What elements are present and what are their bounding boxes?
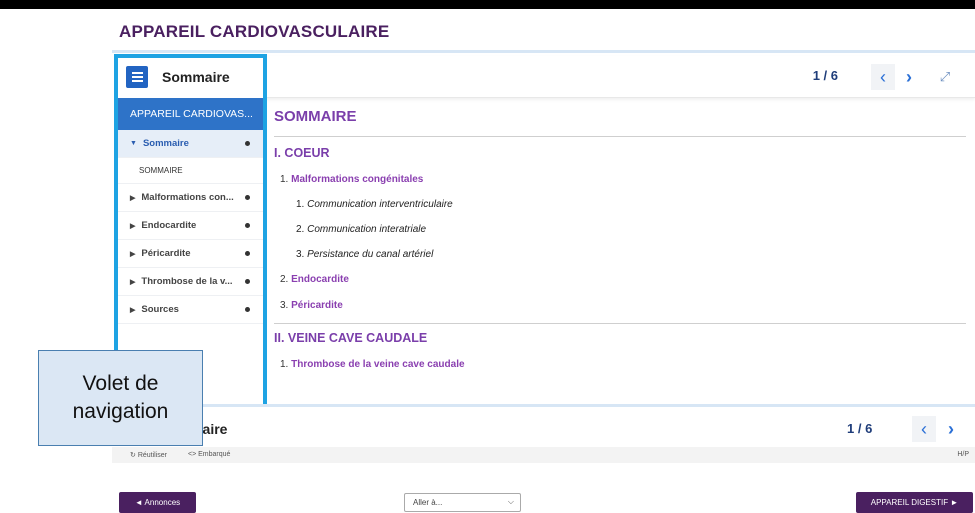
toc-link[interactable]: Péricardite [291, 300, 343, 311]
sidebar-item-label: Malformations con... [141, 192, 234, 203]
chevron-right-icon[interactable]: › [939, 416, 963, 442]
sidebar-item-label: Endocardite [141, 220, 197, 231]
toc-number: 3. [296, 249, 305, 260]
toc-number: 3. [280, 300, 289, 311]
hp-label: H/P [957, 451, 969, 458]
reuse-label: Réutiliser [137, 452, 168, 459]
sidebar-item-label: Sommaire [142, 138, 189, 149]
page-counter: 1 / 6 [812, 68, 838, 83]
hamburger-icon[interactable] [126, 66, 148, 88]
toc-entry[interactable]: 1. Malformations congénitales [280, 174, 423, 185]
footer-strip: ↻ Réutiliser <> Embarqué H/P [112, 447, 975, 463]
toc-entry[interactable]: 1. Thrombose de la veine cave caudale [280, 359, 465, 370]
toc-link[interactable]: Communication interatriale [307, 224, 426, 235]
divider [274, 136, 966, 137]
status-dot [245, 307, 250, 312]
sidebar-list: ▼ Sommaire SOMMAIRE ▶ Malformations con.… [118, 130, 264, 324]
toc-number: 1. [280, 174, 289, 185]
prev-chapter-button[interactable]: ◄ Annonces [119, 492, 196, 513]
chevron-right-icon[interactable]: › [897, 64, 921, 90]
navigation-callout: Volet de navigation [38, 350, 203, 446]
sidebar-header: Sommaire [118, 58, 264, 96]
callout-line-2: navigation [72, 400, 169, 423]
callout-line-1: Volet de [82, 371, 159, 395]
sidebar-item-sommaire[interactable]: ▼ Sommaire [118, 130, 264, 158]
chevron-left-icon[interactable]: ‹ [912, 416, 936, 442]
chevron-down-icon: ▼ [130, 140, 137, 147]
top-strip [0, 0, 975, 9]
sidebar-item-endocardite[interactable]: ▶ Endocardite [118, 212, 264, 240]
toc-link[interactable]: Malformations congénitales [291, 174, 423, 185]
expand-icon[interactable]: ⤢ [933, 64, 957, 90]
toc-link[interactable]: Persistance du canal artériel [307, 249, 433, 260]
content-heading: SOMMAIRE [274, 108, 357, 125]
toc-link[interactable]: Thrombose de la veine cave caudale [291, 359, 464, 370]
status-dot [245, 223, 250, 228]
sidebar-item-pericardite[interactable]: ▶ Péricardite [118, 240, 264, 268]
sidebar-item-malformations[interactable]: ▶ Malformations con... [118, 184, 264, 212]
next-chapter-button[interactable]: APPAREIL DIGESTIF ► [856, 492, 973, 513]
chevron-right-icon: ▶ [130, 250, 136, 258]
top-strip-inner [120, 0, 740, 9]
chevron-left-icon[interactable]: ‹ [871, 64, 895, 90]
toc-subentry[interactable]: 3. Persistance du canal artériel [296, 249, 433, 260]
content-area: SOMMAIRE I. COEUR 1. Malformations congé… [274, 98, 974, 404]
sidebar-item-label: Sources [141, 304, 179, 315]
toc-number: 2. [296, 224, 305, 235]
chevron-right-icon: ▶ [130, 306, 136, 314]
refresh-icon: ↻ [130, 452, 136, 459]
embed-link[interactable]: <> Embarqué [188, 451, 230, 458]
bottom-page-counter: 1 / 6 [847, 421, 873, 436]
toc-number: 1. [296, 199, 305, 210]
section-title-coeur: I. COEUR [274, 146, 330, 160]
toolbar: 1 / 6 ‹ › ⤢ [262, 56, 975, 98]
divider [274, 323, 966, 324]
toc-subentry[interactable]: 1. Communication interventriculaire [296, 199, 453, 210]
toc-link[interactable]: Endocardite [291, 274, 349, 285]
sidebar-item-thrombose[interactable]: ▶ Thrombose de la v... [118, 268, 264, 296]
bottom-bar: naire 1 / 6 ‹ › [112, 407, 975, 445]
chevron-right-icon: ▶ [130, 278, 136, 286]
chevron-right-icon: ▶ [130, 222, 136, 230]
sidebar-subitem-sommaire[interactable]: SOMMAIRE [118, 158, 264, 184]
toc-number: 2. [280, 274, 289, 285]
toc-entry[interactable]: 3. Péricardite [280, 300, 343, 311]
goto-placeholder: Aller à... [413, 498, 443, 507]
section-title-veine-cave: II. VEINE CAVE CAUDALE [274, 331, 428, 345]
sidebar-title: Sommaire [162, 69, 230, 85]
status-dot [245, 141, 250, 146]
toc-subentry[interactable]: 2. Communication interatriale [296, 224, 426, 235]
title-divider [112, 50, 975, 53]
page-title: APPAREIL CARDIOVASCULAIRE [119, 22, 390, 41]
sidebar-item-label: Péricardite [141, 248, 191, 259]
toc-entry[interactable]: 2. Endocardite [280, 274, 349, 285]
sidebar-item-sources[interactable]: ▶ Sources [118, 296, 264, 324]
status-dot [245, 251, 250, 256]
status-dot [245, 279, 250, 284]
chevron-right-icon: ▶ [130, 194, 136, 202]
sidebar-active-heading[interactable]: APPAREIL CARDIOVAS... [118, 98, 264, 130]
sidebar-item-label: Thrombose de la v... [141, 276, 233, 287]
reuse-link[interactable]: ↻ Réutiliser [130, 451, 167, 459]
toc-link[interactable]: Communication interventriculaire [307, 199, 453, 210]
goto-select[interactable]: Aller à... ⌵ [404, 493, 521, 512]
status-dot [245, 195, 250, 200]
toc-number: 1. [280, 359, 289, 370]
chevron-down-icon: ⌵ [507, 497, 514, 506]
